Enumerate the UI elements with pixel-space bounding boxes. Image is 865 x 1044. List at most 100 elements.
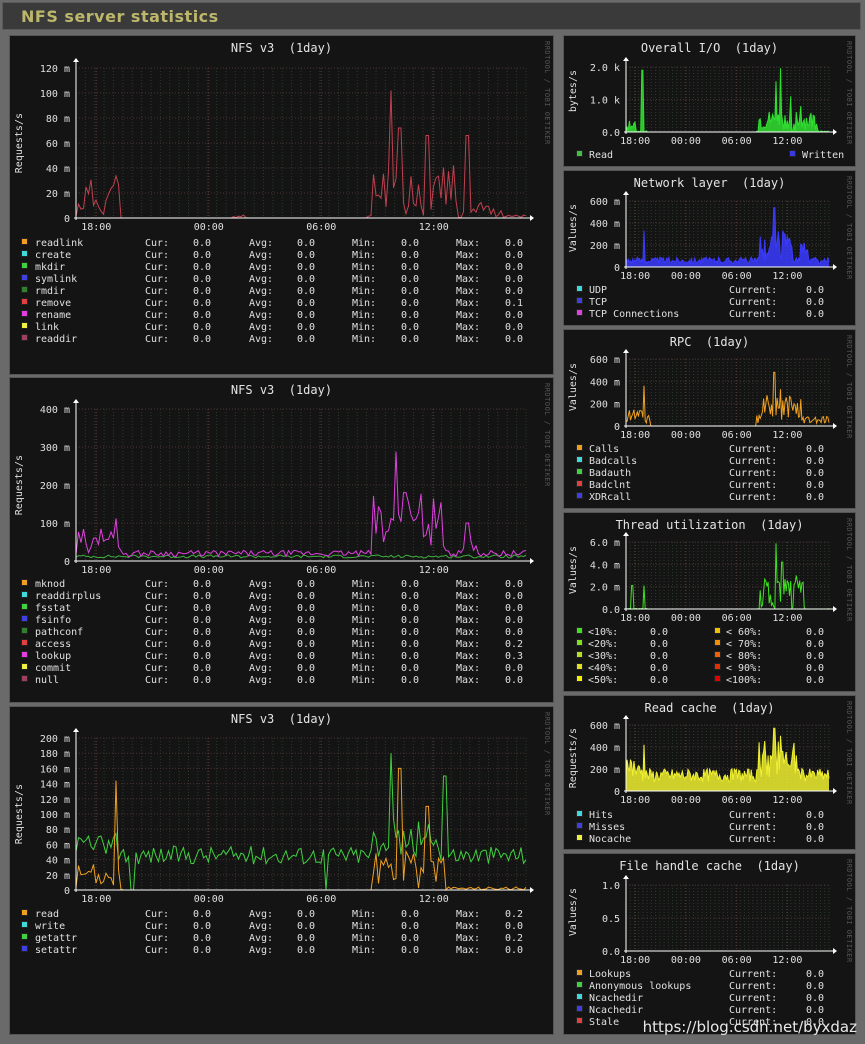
legend-swatch (21, 909, 28, 916)
max-value: 0.2 (505, 639, 524, 650)
y-axis-arrow (73, 58, 79, 62)
current-value: 0.0 (806, 309, 825, 320)
max-value: 0.0 (505, 627, 524, 638)
y-tick-label: 300 m (40, 443, 70, 454)
legend-swatch (21, 639, 28, 646)
avg-value: 0.0 (297, 262, 316, 273)
legend-name: Nocache (589, 834, 632, 845)
legend-row: mknod Cur: 0.0 Avg: 0.0 Min: 0.0 Max: 0.0 (21, 579, 531, 591)
cur-label: Cur: (145, 238, 170, 249)
y-tick-label: 180 m (40, 749, 70, 760)
max-value: 0.0 (505, 921, 524, 932)
legend-name: <20%: (588, 639, 619, 650)
max-label: Max: (456, 322, 481, 333)
legend-row: mkdir Cur: 0.0 Avg: 0.0 Min: 0.0 Max: 0.0 (21, 262, 531, 274)
avg-label: Avg: (249, 591, 274, 602)
legend-value: 0.0 (806, 627, 825, 638)
cur-value: 0.0 (193, 250, 212, 261)
y-tick-label: 600 m (590, 721, 620, 732)
cur-label: Cur: (145, 579, 170, 590)
legend-swatch (576, 456, 583, 463)
avg-value: 0.0 (297, 591, 316, 602)
x-tick-label: 12:00 (772, 430, 802, 441)
legend-swatch (21, 675, 28, 682)
cur-label: Cur: (145, 262, 170, 273)
avg-label: Avg: (249, 615, 274, 626)
legend-row: fsstat Cur: 0.0 Avg: 0.0 Min: 0.0 Max: 0.0 (21, 603, 531, 615)
min-label: Min: (352, 262, 377, 273)
graph-panel-thr: Thread utilization (1day) RRDTOOL / TOBI … (563, 512, 856, 692)
max-value: 0.0 (505, 322, 524, 333)
max-label: Max: (456, 675, 481, 686)
y-tick-label: 400 m (590, 377, 620, 388)
current-label: Current: (729, 444, 778, 455)
x-tick-label: 12:00 (772, 955, 802, 966)
min-value: 0.0 (401, 250, 420, 261)
x-tick-label: 18:00 (81, 565, 111, 576)
legend-swatch (576, 285, 583, 292)
current-label: Current: (729, 297, 778, 308)
avg-value: 0.0 (297, 274, 316, 285)
avg-value: 0.0 (297, 921, 316, 932)
legend-swatch (21, 933, 28, 940)
max-value: 0.0 (505, 250, 524, 261)
plot-area: 2.0 k 1.0 k 0.018:00 00:00 06:00 12:00 (590, 57, 837, 147)
legend-name: pathconf (35, 627, 84, 638)
cur-label: Cur: (145, 298, 170, 309)
y-tick-label: 20 m (46, 871, 70, 882)
cur-value: 0.0 (193, 579, 212, 590)
header-bar: NFS server statistics (2, 2, 861, 30)
current-value: 0.0 (806, 285, 825, 296)
current-label: Current: (729, 822, 778, 833)
max-value: 0.0 (505, 945, 524, 956)
x-tick-label: 18:00 (620, 955, 650, 966)
avg-label: Avg: (249, 334, 274, 345)
legend-value: 0.0 (806, 663, 825, 674)
current-label: Current: (729, 993, 778, 1004)
legend-swatch (21, 310, 28, 317)
legend-swatch (21, 334, 28, 341)
current-value: 0.0 (806, 993, 825, 1004)
legend: readlink Cur: 0.0 Avg: 0.0 Min: 0.0 Max: 0.0 crea… (21, 238, 531, 346)
legend-swatch (576, 309, 583, 316)
y-axis-arrow (623, 532, 629, 536)
legend-name: mknod (35, 579, 66, 590)
legend-row: <10%: 0.0 < 60%: 0.0 (576, 627, 836, 639)
min-value: 0.0 (401, 591, 420, 602)
avg-value: 0.0 (297, 322, 316, 333)
max-value: 0.2 (505, 933, 524, 944)
avg-label: Avg: (249, 627, 274, 638)
avg-value: 0.0 (297, 945, 316, 956)
legend-swatch (576, 627, 583, 634)
cur-label: Cur: (145, 603, 170, 614)
legend-row: UDP Current: 0.0 (576, 285, 836, 297)
legend-name: Misses (589, 822, 626, 833)
graph-panel-fh: File handle cache (1day) RRDTOOL / TOBI O… (563, 853, 856, 1035)
legend-swatch (576, 969, 583, 976)
current-value: 0.0 (806, 810, 825, 821)
y-tick-label: 0 (64, 214, 70, 225)
legend-swatch (21, 262, 28, 269)
legend-name: rename (35, 310, 72, 321)
legend-row: null Cur: 0.0 Avg: 0.0 Min: 0.0 Max: 0.0 (21, 675, 531, 687)
y-tick-label: 0.5 (602, 914, 620, 925)
legend-value: 0.0 (650, 639, 669, 650)
current-label: Current: (729, 1005, 778, 1016)
legend-swatch (714, 639, 721, 646)
cur-label: Cur: (145, 286, 170, 297)
cur-label: Cur: (145, 250, 170, 261)
y-tick-label: 100 m (40, 89, 70, 100)
y-tick-label: 2.0 m (590, 583, 620, 594)
avg-value: 0.0 (297, 675, 316, 686)
cur-label: Cur: (145, 274, 170, 285)
legend-swatch (576, 675, 583, 682)
legend: read Cur: 0.0 Avg: 0.0 Min: 0.0 Max: 0.2 write Cur… (21, 909, 531, 957)
max-value: 0.0 (505, 262, 524, 273)
legend-name: < 90%: (726, 663, 763, 674)
graph-panel-io: Overall I/O (1day) RRDTOOL / TOBI OETIKER… (563, 35, 856, 167)
legend-swatch (714, 663, 721, 670)
max-label: Max: (456, 909, 481, 920)
y-tick-label: 2.0 k (590, 63, 620, 74)
legend-swatch (576, 444, 583, 451)
legend: Hits Current: 0.0 Misses Current: 0.0 Nocache C… (576, 810, 836, 846)
